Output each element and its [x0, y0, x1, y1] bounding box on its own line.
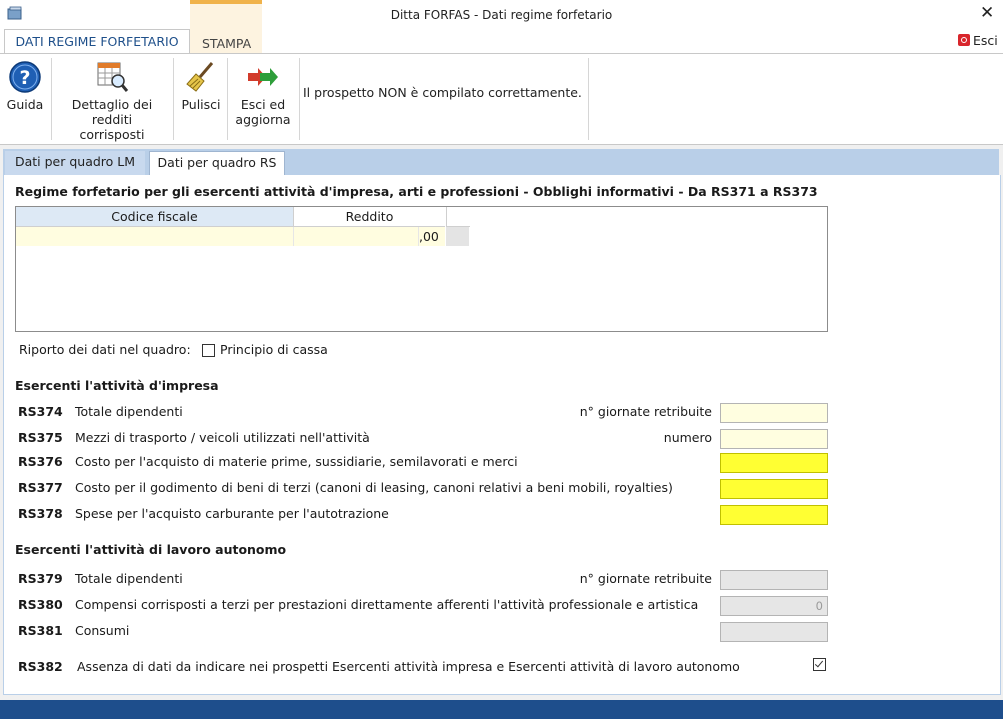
desc-rs374: Totale dipendenti	[75, 404, 183, 419]
esci-button[interactable]: Esci	[958, 33, 998, 48]
grid-header-codice-fiscale: Codice fiscale	[16, 207, 294, 227]
separator	[51, 58, 52, 140]
exit-icon	[958, 34, 970, 46]
code-rs375: RS375	[18, 430, 63, 445]
close-icon[interactable]: ✕	[980, 3, 994, 23]
dettaglio-label-line2: redditi corrisposti	[79, 112, 145, 142]
status-message: Il prospetto NON è compilato correttamen…	[303, 85, 582, 100]
riporto-label: Riporto dei dati nel quadro:	[19, 342, 191, 357]
esci-label: Esci	[973, 33, 998, 48]
code-rs379: RS379	[18, 571, 63, 586]
desc-rs380: Compensi corrisposti a terzi per prestaz…	[75, 597, 699, 612]
grid-cell-extra	[446, 227, 469, 246]
separator	[173, 58, 174, 140]
rs380-value: 0	[815, 599, 823, 613]
tab-stampa-label: STAMPA	[202, 36, 252, 51]
section-heading: Regime forfetario per gli esercenti atti…	[15, 184, 818, 199]
pulisci-label: Pulisci	[181, 97, 221, 112]
desc-rs377: Costo per il godimento di beni di terzi …	[75, 480, 673, 495]
code-rs378: RS378	[18, 506, 63, 521]
grid-header-reddito: Reddito	[294, 207, 445, 227]
desc-rs375: Mezzi di trasporto / veicoli utilizzati …	[75, 430, 370, 445]
code-rs376: RS376	[18, 454, 63, 469]
window-title: Ditta FORFAS - Dati regime forfetario	[390, 8, 613, 22]
grid-header-extra	[446, 207, 470, 227]
input-rs380: 0	[720, 596, 828, 616]
principio-di-cassa-label: Principio di cassa	[220, 342, 328, 357]
broom-icon	[186, 62, 214, 92]
dettaglio-label-line1: Dettaglio dei	[71, 97, 153, 112]
desc-rs379: Totale dipendenti	[75, 571, 183, 586]
guida-label: Guida	[6, 97, 44, 112]
separator	[299, 58, 300, 140]
exit-arrow-icon	[248, 68, 278, 86]
table-search-icon	[97, 62, 129, 92]
input-rs378[interactable]	[720, 505, 828, 525]
help-icon: ?	[9, 61, 41, 93]
tab-stampa[interactable]: STAMPA	[190, 0, 262, 57]
label-rs375-numero: numero	[663, 430, 712, 445]
dettaglio-redditi-button[interactable]: Dettaglio dei redditi corrisposti	[60, 60, 164, 142]
input-rs374[interactable]	[720, 403, 828, 423]
rs382-checkbox[interactable]	[813, 658, 826, 671]
grid-cell-reddito[interactable]	[294, 227, 419, 246]
separator	[588, 58, 589, 140]
autonomo-section-title: Esercenti l'attività di lavoro autonomo	[15, 542, 287, 557]
desc-rs381: Consumi	[75, 623, 130, 638]
input-rs375[interactable]	[720, 429, 828, 449]
separator	[227, 58, 228, 140]
status-bar	[0, 700, 1003, 719]
tab-quadro-rs[interactable]: Dati per quadro RS	[149, 151, 285, 176]
ribbon-toolbar: ? Guida Dettaglio dei redditi corrispost…	[0, 53, 1003, 145]
svg-text:?: ?	[19, 67, 30, 89]
esci-aggiorna-button[interactable]: Esci ed aggiorna	[230, 60, 296, 127]
desc-rs376: Costo per l'acquisto di materie prime, s…	[75, 454, 518, 469]
code-rs374: RS374	[18, 404, 63, 419]
desc-rs382: Assenza di dati da indicare nei prospett…	[77, 659, 740, 674]
grid-cell-codice-fiscale[interactable]	[16, 227, 294, 246]
label-rs374-giornate: n° giornate retribuite	[579, 404, 712, 419]
guida-button[interactable]: ? Guida	[4, 60, 46, 112]
code-rs382: RS382	[18, 659, 63, 674]
tab-quadro-lm[interactable]: Dati per quadro LM	[5, 151, 145, 175]
desc-rs378: Spese per l'acquisto carburante per l'au…	[75, 506, 389, 521]
input-rs379	[720, 570, 828, 590]
code-rs381: RS381	[18, 623, 63, 638]
label-rs379-giornate: n° giornate retribuite	[579, 571, 712, 586]
esci-aggiorna-label-line1: Esci ed	[240, 97, 286, 112]
principio-di-cassa-checkbox[interactable]	[202, 344, 215, 357]
esci-aggiorna-label-line2: aggiorna	[235, 112, 291, 127]
code-rs380: RS380	[18, 597, 63, 612]
grid-cell-decimals: ,00	[419, 227, 445, 246]
input-rs381	[720, 622, 828, 642]
impresa-section-title: Esercenti l'attività d'impresa	[15, 378, 219, 393]
tab-dati-regime-forfetario[interactable]: DATI REGIME FORFETARIO	[4, 29, 190, 54]
input-rs376[interactable]	[720, 453, 828, 473]
input-rs377[interactable]	[720, 479, 828, 499]
code-rs377: RS377	[18, 480, 63, 495]
pulisci-button[interactable]: Pulisci	[178, 60, 224, 112]
